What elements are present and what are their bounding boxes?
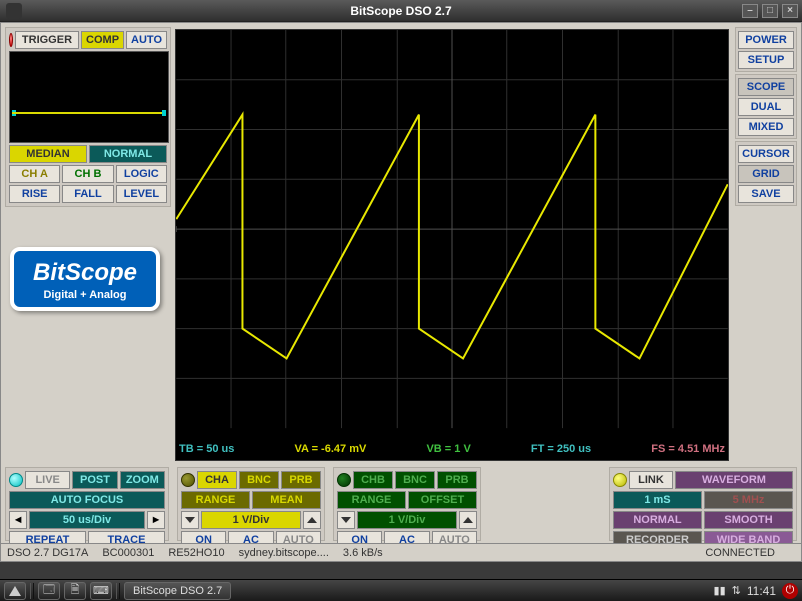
- readout-va: VA = -6.47 mV: [294, 443, 366, 455]
- taskbar-app-label: BitScope DSO 2.7: [133, 585, 222, 597]
- timebase-led-icon: [9, 473, 23, 487]
- chb-offset-button[interactable]: OFFSET: [408, 491, 477, 509]
- link-label: LINK: [629, 471, 673, 489]
- chb-range-button[interactable]: RANGE: [337, 491, 406, 509]
- readout-ft: FT = 250 us: [531, 443, 591, 455]
- mini-waveform-display[interactable]: [9, 51, 169, 143]
- mixed-button[interactable]: MIXED: [738, 118, 794, 136]
- status-connected: CONNECTED: [705, 547, 775, 559]
- status-rate: 3.6 kB/s: [343, 547, 383, 559]
- readout-tb: TB = 50 us: [179, 443, 234, 455]
- autofocus-button[interactable]: AUTO FOCUS: [9, 491, 165, 509]
- cha-div[interactable]: 1 V/Div: [201, 511, 301, 529]
- taskbar-clock: 11:41: [747, 584, 776, 598]
- live-button[interactable]: LIVE: [25, 471, 70, 489]
- chb-prb-button[interactable]: PRB: [437, 471, 477, 489]
- link-smooth-button[interactable]: SMOOTH: [704, 511, 793, 529]
- link-freq-button[interactable]: 5 MHz: [704, 491, 793, 509]
- post-button[interactable]: POST: [72, 471, 117, 489]
- cha-div-up-button[interactable]: [303, 511, 321, 529]
- chb-bnc-button[interactable]: BNC: [395, 471, 435, 489]
- quicklaunch-2[interactable]: 🗎: [64, 582, 86, 600]
- chb-select-button[interactable]: CH B: [62, 165, 113, 183]
- start-button[interactable]: [4, 582, 26, 600]
- chb-div[interactable]: 1 V/Div: [357, 511, 457, 529]
- scope-svg: [176, 30, 728, 460]
- cha-label[interactable]: CHA: [197, 471, 237, 489]
- quicklaunch-1[interactable]: 🗔: [38, 582, 60, 600]
- logo-name: BitScope: [14, 259, 156, 287]
- maximize-button[interactable]: □: [762, 4, 778, 18]
- cha-div-down-button[interactable]: [181, 511, 199, 529]
- waveform-button[interactable]: WAVEFORM: [675, 471, 793, 489]
- trigger-label: TRIGGER: [15, 31, 79, 49]
- tray-network-icon[interactable]: ⇅: [732, 584, 741, 597]
- trigger-led-icon: [9, 33, 13, 47]
- cha-range-button[interactable]: RANGE: [181, 491, 250, 509]
- window-title: BitScope DSO 2.7: [0, 4, 802, 18]
- fall-button[interactable]: FALL: [62, 185, 113, 203]
- chb-led-icon: [337, 473, 351, 487]
- readout-fs: FS = 4.51 MHz: [651, 443, 725, 455]
- cursor-button[interactable]: CURSOR: [738, 145, 794, 163]
- cha-mean-button[interactable]: MEAN: [252, 491, 321, 509]
- grid-button[interactable]: GRID: [738, 165, 794, 183]
- cha-bnc-button[interactable]: BNC: [239, 471, 279, 489]
- status-bar: DSO 2.7 DG17A BC000301 RE52HO10 sydney.b…: [1, 543, 801, 561]
- mini-trace: [12, 112, 166, 114]
- level-button[interactable]: LEVEL: [116, 185, 167, 203]
- normal-button[interactable]: NORMAL: [89, 145, 167, 163]
- status-serial: BC000301: [102, 547, 154, 559]
- comp-button[interactable]: COMP: [81, 31, 124, 49]
- link-led-icon: [613, 473, 627, 487]
- scope-readout: TB = 50 us VA = -6.47 mV VB = 1 V FT = 2…: [179, 443, 725, 455]
- scope-button[interactable]: SCOPE: [738, 78, 794, 96]
- taskbar-sep2-icon: [116, 583, 120, 599]
- cha-led-icon: [181, 473, 195, 487]
- save-button[interactable]: SAVE: [738, 185, 794, 203]
- status-id: RE52HO10: [168, 547, 224, 559]
- chb-div-up-button[interactable]: [459, 511, 477, 529]
- cha-prb-button[interactable]: PRB: [281, 471, 321, 489]
- dual-button[interactable]: DUAL: [738, 98, 794, 116]
- minimize-button[interactable]: –: [742, 4, 758, 18]
- scope-display[interactable]: [175, 29, 729, 461]
- bitscope-logo: BitScope Digital + Analog: [10, 247, 160, 311]
- quicklaunch-3[interactable]: ⌨: [90, 582, 112, 600]
- power-button[interactable]: POWER: [738, 31, 794, 49]
- link-time-button[interactable]: 1 mS: [613, 491, 702, 509]
- taskbar-app-button[interactable]: BitScope DSO 2.7: [124, 582, 231, 600]
- marker-right-icon: [162, 110, 166, 116]
- timebase-next-button[interactable]: ►: [147, 511, 165, 529]
- timebase-div[interactable]: 50 us/Div: [29, 511, 145, 529]
- timebase-prev-button[interactable]: ◄: [9, 511, 27, 529]
- cha-select-button[interactable]: CH A: [9, 165, 60, 183]
- chb-div-down-button[interactable]: [337, 511, 355, 529]
- app-body: TRIGGER COMP AUTO MEDIAN NORMAL CH A CH …: [0, 22, 802, 562]
- median-button[interactable]: MEDIAN: [9, 145, 87, 163]
- window-titlebar: BitScope DSO 2.7 – □ ×: [0, 0, 802, 22]
- logo-sub: Digital + Analog: [14, 289, 156, 301]
- rise-button[interactable]: RISE: [9, 185, 60, 203]
- tray-battery-icon[interactable]: ▮▮: [714, 584, 726, 597]
- setup-button[interactable]: SETUP: [738, 51, 794, 69]
- readout-vb: VB = 1 V: [426, 443, 470, 455]
- close-button[interactable]: ×: [782, 4, 798, 18]
- status-version: DSO 2.7 DG17A: [7, 547, 88, 559]
- os-taskbar: 🗔 🗎 ⌨ BitScope DSO 2.7 ▮▮ ⇅ 11:41 ⏻: [0, 579, 802, 601]
- shutdown-button[interactable]: ⏻: [782, 583, 798, 599]
- zoom-button[interactable]: ZOOM: [120, 471, 165, 489]
- auto-button[interactable]: AUTO: [126, 31, 167, 49]
- link-normal-button[interactable]: NORMAL: [613, 511, 702, 529]
- taskbar-sep-icon: [30, 583, 34, 599]
- chb-label[interactable]: CHB: [353, 471, 393, 489]
- status-host: sydney.bitscope....: [239, 547, 329, 559]
- logic-button[interactable]: LOGIC: [116, 165, 167, 183]
